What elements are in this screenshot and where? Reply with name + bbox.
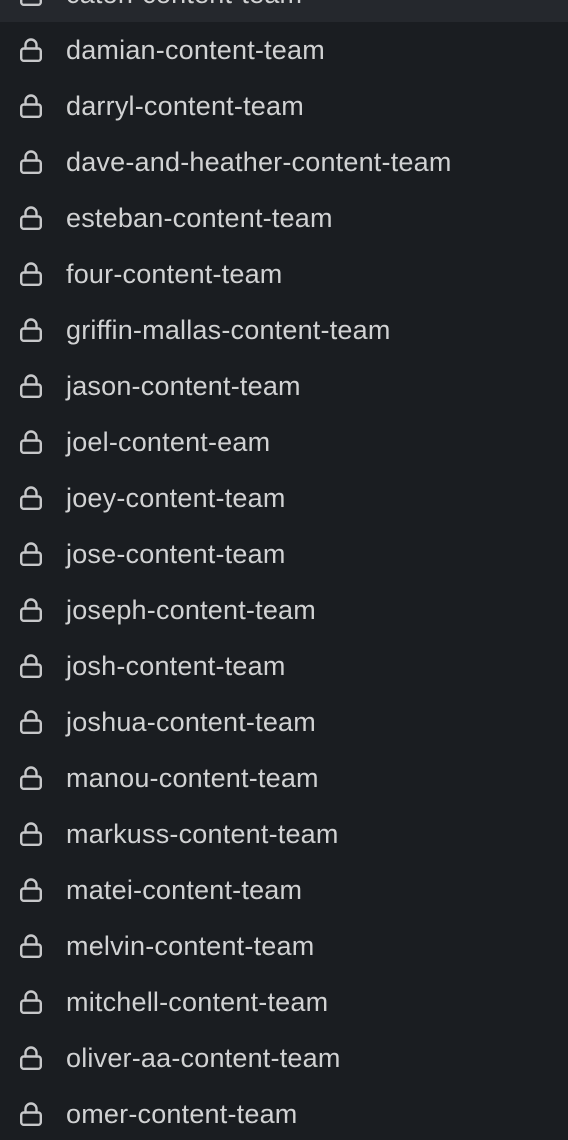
lock-icon (18, 596, 44, 624)
channel-item-damian-content-team[interactable]: damian-content-team (0, 22, 568, 78)
channel-name: esteban-content-team (66, 202, 333, 233)
channel-item-darryl-content-team[interactable]: darryl-content-team (0, 78, 568, 134)
channel-item-melvin-content-team[interactable]: melvin-content-team (0, 918, 568, 974)
channel-item-mitchell-content-team[interactable]: mitchell-content-team (0, 974, 568, 1030)
channel-name: jose-content-team (66, 538, 286, 569)
channel-name: joey-content-team (66, 482, 286, 513)
channel-name: manou-content-team (66, 762, 319, 793)
channel-name: oliver-aa-content-team (66, 1042, 341, 1073)
channel-item-four-content-team[interactable]: four-content-team (0, 246, 568, 302)
channel-name: mitchell-content-team (66, 986, 329, 1017)
channel-item-joel-content-eam[interactable]: joel-content-eam (0, 414, 568, 470)
channel-item-caton-content-team[interactable]: caton-content-team (0, 0, 568, 22)
lock-icon (18, 708, 44, 736)
lock-icon (18, 204, 44, 232)
channel-item-matei-content-team[interactable]: matei-content-team (0, 862, 568, 918)
channel-name: omer-content-team (66, 1098, 298, 1129)
channel-name: jason-content-team (66, 370, 301, 401)
lock-icon (18, 932, 44, 960)
channel-item-joshua-content-team[interactable]: joshua-content-team (0, 694, 568, 750)
lock-icon (18, 820, 44, 848)
channel-name: griffin-mallas-content-team (66, 314, 391, 345)
channel-item-joseph-content-team[interactable]: joseph-content-team (0, 582, 568, 638)
lock-icon (18, 372, 44, 400)
lock-icon (18, 652, 44, 680)
lock-icon (18, 0, 44, 8)
channel-name: matei-content-team (66, 874, 303, 905)
channel-name: dave-and-heather-content-team (66, 146, 452, 177)
channel-name: markuss-content-team (66, 818, 339, 849)
channel-item-joey-content-team[interactable]: joey-content-team (0, 470, 568, 526)
lock-icon (18, 764, 44, 792)
lock-icon (18, 428, 44, 456)
lock-icon (18, 92, 44, 120)
lock-icon (18, 484, 44, 512)
channel-name: caton-content-team (66, 0, 302, 10)
lock-icon (18, 1044, 44, 1072)
channel-name: josh-content-team (66, 650, 286, 681)
private-channel-list: caton-content-team damian-content-team d… (0, 0, 568, 1140)
channel-item-omer-content-team[interactable]: omer-content-team (0, 1086, 568, 1140)
lock-icon (18, 260, 44, 288)
lock-icon (18, 148, 44, 176)
channel-item-manou-content-team[interactable]: manou-content-team (0, 750, 568, 806)
channel-name: joseph-content-team (66, 594, 316, 625)
channel-item-griffin-mallas-content-team[interactable]: griffin-mallas-content-team (0, 302, 568, 358)
channel-item-oliver-aa-content-team[interactable]: oliver-aa-content-team (0, 1030, 568, 1086)
channel-name: melvin-content-team (66, 930, 315, 961)
lock-icon (18, 36, 44, 64)
lock-icon (18, 316, 44, 344)
lock-icon (18, 1100, 44, 1128)
channel-item-jose-content-team[interactable]: jose-content-team (0, 526, 568, 582)
channel-item-esteban-content-team[interactable]: esteban-content-team (0, 190, 568, 246)
channel-item-josh-content-team[interactable]: josh-content-team (0, 638, 568, 694)
channel-name: joel-content-eam (66, 426, 271, 457)
channel-item-jason-content-team[interactable]: jason-content-team (0, 358, 568, 414)
lock-icon (18, 876, 44, 904)
channel-name: damian-content-team (66, 34, 325, 65)
lock-icon (18, 540, 44, 568)
channel-name: darryl-content-team (66, 90, 304, 121)
lock-icon (18, 988, 44, 1016)
channel-name: four-content-team (66, 258, 283, 289)
channel-item-dave-and-heather-content-team[interactable]: dave-and-heather-content-team (0, 134, 568, 190)
channel-item-markuss-content-team[interactable]: markuss-content-team (0, 806, 568, 862)
channel-name: joshua-content-team (66, 706, 316, 737)
